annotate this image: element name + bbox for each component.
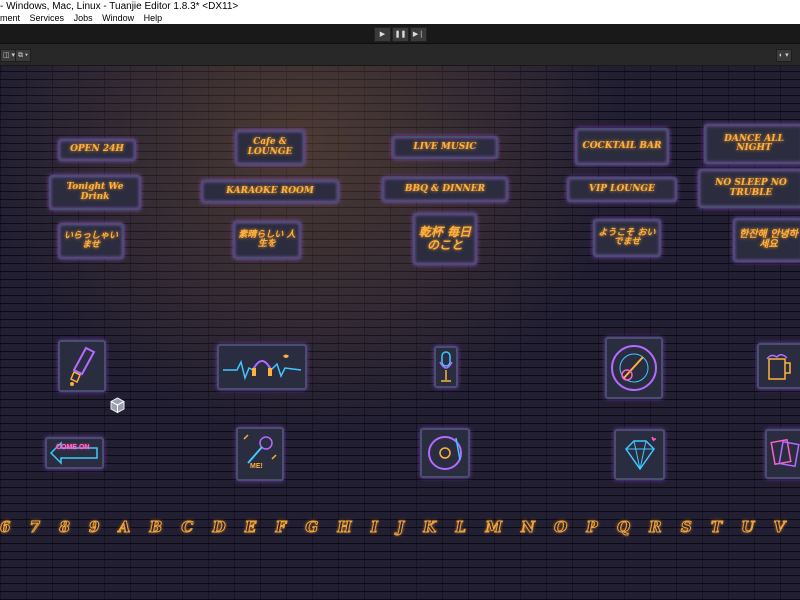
sign-kanpai[interactable]: 乾杯 毎日のこと <box>413 213 477 265</box>
window-title: - Windows, Mac, Linux - Tuanjie Editor 1… <box>0 1 239 12</box>
headphones-icon[interactable] <box>217 344 307 390</box>
sign-korean[interactable]: 한잔해 안녕하세요 <box>733 218 800 262</box>
sign-japanese-life[interactable]: 素晴らしい 人生を <box>233 221 301 259</box>
select-gizmo-icon[interactable] <box>109 397 126 414</box>
sign-live-music[interactable]: LIVE MUSIC <box>392 136 498 159</box>
cards-icon[interactable] <box>765 429 800 479</box>
sign-tonight-we-drink[interactable]: Tonight We Drink <box>49 175 141 210</box>
microphone-icon[interactable] <box>434 346 458 388</box>
sign-cocktail-bar[interactable]: COCKTAIL BAR <box>575 128 669 165</box>
guitar-record-icon[interactable] <box>605 337 663 399</box>
neon-alphabet-row: 6 7 8 9 A B C D E F G H I J K L M N O P … <box>0 518 800 537</box>
sign-vip-lounge[interactable]: VIP LOUNGE <box>567 177 677 202</box>
menu-item-help[interactable]: Help <box>144 13 163 23</box>
pause-button[interactable]: ❚❚ <box>392 27 409 42</box>
beer-bottle-icon[interactable] <box>58 340 106 392</box>
turntable-icon[interactable] <box>420 428 470 478</box>
mic-me-icon[interactable] <box>236 427 284 481</box>
menu-bar: ment Services Jobs Window Help <box>0 13 800 24</box>
arrow-sign-icon[interactable] <box>45 437 104 469</box>
menu-item-window[interactable]: Window <box>102 13 134 23</box>
step-button[interactable]: ▶❘ <box>410 27 427 42</box>
sign-no-sleep[interactable]: NO SLEEP NO TRUBLE <box>698 169 800 208</box>
sign-bbq-dinner[interactable]: BBQ & DINNER <box>382 177 508 202</box>
play-button[interactable]: ▶ <box>374 27 391 42</box>
window-title-bar: - Windows, Mac, Linux - Tuanjie Editor 1… <box>0 0 800 13</box>
scene-view-header: ◫ ▾ ⧉ ▾ ◐ ▾ <box>0 44 800 66</box>
sign-come-on: COME ON <box>56 444 90 451</box>
sign-karaoke-room[interactable]: KARAOKE ROOM <box>201 180 339 203</box>
diamond-icon[interactable] <box>614 429 665 480</box>
scene-viewport[interactable]: OPEN 24H Cafe & LOUNGE LIVE MUSIC COCKTA… <box>0 66 800 600</box>
sign-open-24h[interactable]: OPEN 24H <box>58 139 136 161</box>
menu-item-jobs[interactable]: Jobs <box>74 13 93 23</box>
scene-view-options-dropdown[interactable]: ⧉ ▾ <box>15 49 31 62</box>
sign-japanese-welcome[interactable]: いらっしゃい ませ <box>58 223 124 259</box>
main-toolbar: ▶ ❚❚ ▶❘ <box>0 24 800 44</box>
beer-mug-icon[interactable] <box>757 343 800 389</box>
sign-japanese-youkoso[interactable]: ようこそ おいでませ <box>593 219 661 257</box>
scene-gizmos-dropdown[interactable]: ◐ ▾ <box>776 49 792 62</box>
playback-controls: ▶ ❚❚ ▶❘ <box>374 27 428 42</box>
sign-cafe-lounge[interactable]: Cafe & LOUNGE <box>235 130 305 165</box>
sign-dance-all-night[interactable]: DANCE ALL NIGHT <box>704 124 800 164</box>
menu-item-services[interactable]: Services <box>30 13 65 23</box>
sign-me: ME! <box>250 463 263 470</box>
menu-item-component[interactable]: ment <box>0 13 20 23</box>
